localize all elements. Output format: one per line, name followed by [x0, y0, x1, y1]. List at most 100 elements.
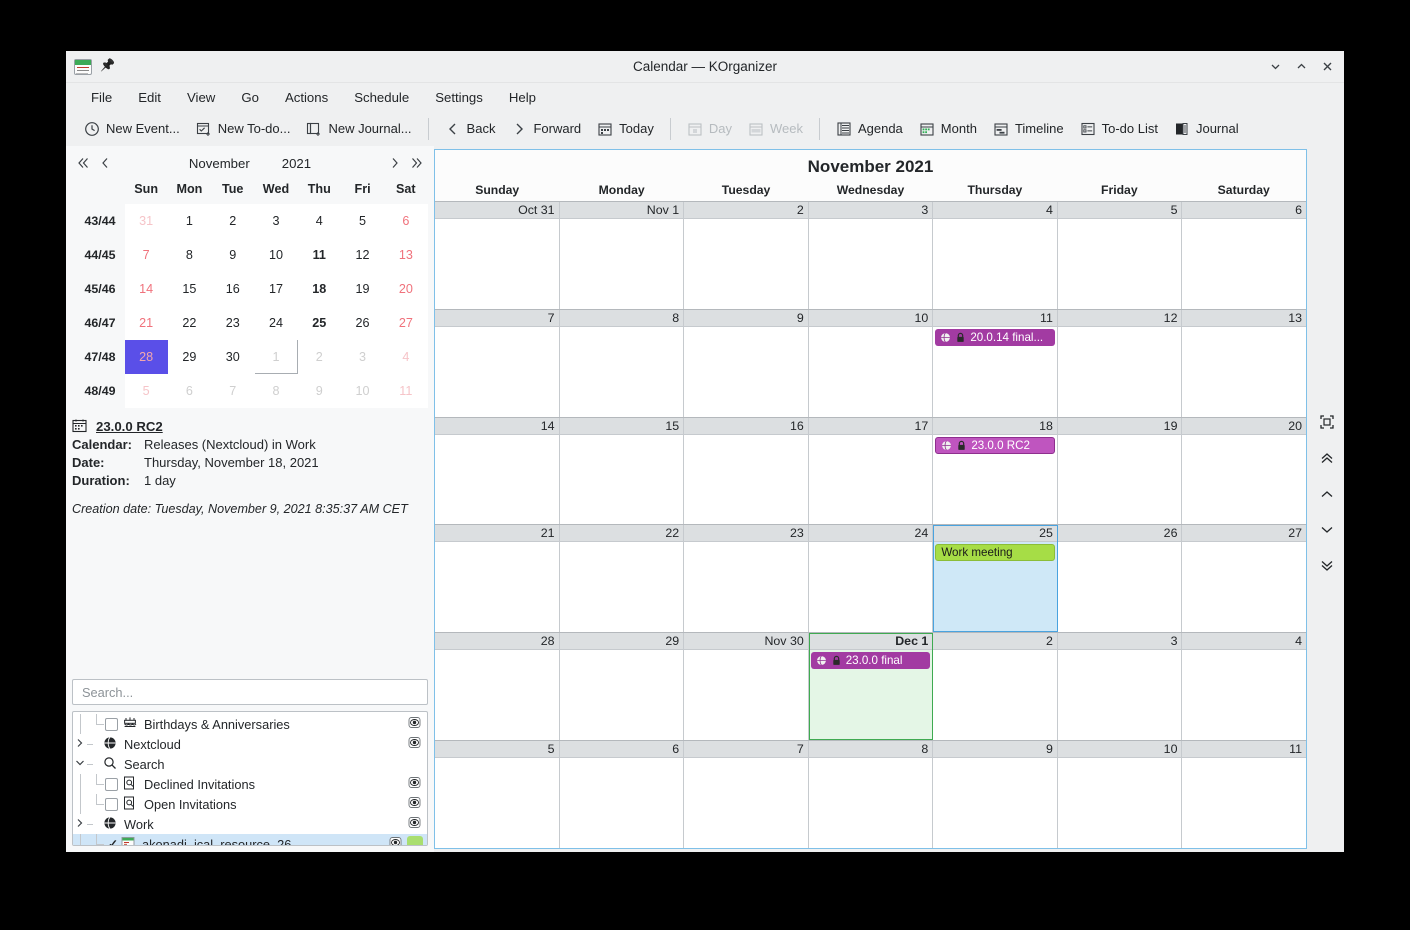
- close-button[interactable]: [1314, 54, 1340, 80]
- mini-calendar-day[interactable]: 5: [340, 203, 385, 238]
- month-view-day-cell[interactable]: Oct 31: [435, 202, 560, 309]
- mini-calendar-day[interactable]: 4: [384, 339, 428, 374]
- menu-settings[interactable]: Settings: [422, 86, 496, 109]
- month-view-day-cell[interactable]: 13: [1182, 309, 1307, 417]
- calendar-list-item[interactable]: ✓ akonadi_ical_resource_26: [73, 834, 427, 845]
- pin-icon[interactable]: [100, 60, 114, 74]
- mini-calendar-day[interactable]: 17: [254, 271, 298, 306]
- month-view-day-cell[interactable]: 8: [559, 309, 685, 417]
- mini-calendar-day[interactable]: 11: [297, 237, 341, 272]
- mini-calendar-week-number[interactable]: 48/49: [73, 374, 125, 408]
- month-view-day-cell[interactable]: 17: [808, 417, 934, 525]
- calendar-event-chip[interactable]: 20.0.14 final...: [935, 328, 1055, 346]
- today-button[interactable]: Today: [589, 117, 662, 141]
- calendar-list-item[interactable]: Birthdays & Anniversaries: [73, 714, 427, 734]
- mini-calendar-day[interactable]: 31: [124, 203, 168, 238]
- month-view-day-cell[interactable]: 7: [435, 309, 560, 417]
- mini-calendar-day[interactable]: 1: [167, 203, 212, 238]
- calendar-visibility-checkbox[interactable]: [105, 797, 118, 811]
- fit-selection-button[interactable]: [1316, 411, 1338, 433]
- menu-actions[interactable]: Actions: [272, 86, 341, 109]
- forward-button[interactable]: Forward: [503, 117, 589, 141]
- prev-month-button[interactable]: [94, 152, 116, 174]
- calendar-event-chip[interactable]: 23.0.0 RC2: [935, 436, 1055, 454]
- scroll-up-button[interactable]: [1316, 483, 1338, 505]
- month-view-day-cell[interactable]: 3: [808, 202, 934, 309]
- calendar-checked-icon[interactable]: ✓: [105, 837, 121, 845]
- month-view-day-cell[interactable]: 9: [933, 741, 1058, 848]
- month-view-day-cell[interactable]: 11: [1182, 741, 1307, 848]
- next-month-button[interactable]: [384, 152, 406, 174]
- mini-calendar-day[interactable]: 18: [297, 271, 341, 306]
- next-year-button[interactable]: [406, 152, 428, 174]
- calendar-list-item[interactable]: Nextcloud: [73, 734, 427, 754]
- mini-calendar-day[interactable]: 22: [167, 305, 212, 340]
- new-todo-button[interactable]: New To-do...: [188, 117, 299, 141]
- month-view-day-cell[interactable]: 14: [435, 417, 560, 525]
- mini-calendar-day[interactable]: 6: [167, 373, 212, 408]
- mini-calendar-day[interactable]: 16: [211, 271, 255, 306]
- mini-calendar-day[interactable]: 6: [384, 203, 428, 238]
- mini-calendar-day[interactable]: 25: [297, 305, 341, 340]
- mini-calendar-day[interactable]: 10: [254, 237, 298, 272]
- agenda-view-button[interactable]: Agenda: [828, 117, 911, 141]
- eye-icon[interactable]: [407, 736, 423, 752]
- month-view-day-cell[interactable]: 4: [1182, 633, 1307, 741]
- month-view-day-cell[interactable]: 26: [1057, 525, 1183, 633]
- mini-calendar-day[interactable]: 15: [167, 271, 212, 306]
- month-view-day-cell[interactable]: Dec 1 23.0.0 final: [808, 633, 934, 741]
- mini-calendar-day[interactable]: 4: [297, 203, 341, 238]
- mini-calendar-day[interactable]: 14: [124, 271, 168, 306]
- mini-calendar-day[interactable]: 10: [340, 373, 385, 408]
- eye-icon[interactable]: [407, 776, 423, 792]
- month-view-day-cell[interactable]: 4: [933, 202, 1058, 309]
- mini-calendar-day[interactable]: 26: [340, 305, 385, 340]
- mini-calendar-day[interactable]: 24: [254, 305, 298, 340]
- mini-calendar-day[interactable]: 12: [340, 237, 385, 272]
- month-view-day-cell[interactable]: 25 Work meeting: [933, 525, 1058, 633]
- mini-calendar-day[interactable]: 8: [254, 373, 298, 408]
- new-event-button[interactable]: New Event...: [76, 117, 188, 141]
- calendar-list[interactable]: Birthdays & Anniversaries Nextcloud Search…: [72, 711, 428, 846]
- month-view-day-cell[interactable]: 22: [559, 525, 685, 633]
- month-view-day-cell[interactable]: 5: [435, 741, 560, 848]
- menu-go[interactable]: Go: [228, 86, 272, 109]
- eye-icon[interactable]: [407, 796, 423, 812]
- calendar-visibility-checkbox[interactable]: [105, 717, 118, 731]
- calendar-list-item[interactable]: Search: [73, 754, 427, 774]
- month-view-day-cell[interactable]: 3: [1057, 633, 1183, 741]
- scroll-top-button[interactable]: [1316, 447, 1338, 469]
- month-view-day-cell[interactable]: 2: [933, 633, 1058, 741]
- menu-schedule[interactable]: Schedule: [341, 86, 422, 109]
- month-view-day-cell[interactable]: 10: [808, 309, 934, 417]
- maximize-button[interactable]: [1288, 54, 1314, 80]
- mini-calendar-day[interactable]: 11: [384, 373, 428, 408]
- chevron-down-icon[interactable]: [73, 757, 87, 772]
- menu-view[interactable]: View: [174, 86, 228, 109]
- mini-calendar-day[interactable]: 20: [384, 271, 428, 306]
- mini-calendar-day[interactable]: 8: [167, 237, 212, 272]
- month-view-day-cell[interactable]: 21: [435, 525, 560, 633]
- mini-calendar-day[interactable]: 29: [167, 339, 212, 374]
- eye-icon[interactable]: [407, 716, 423, 732]
- mini-calendar-day[interactable]: 2: [211, 203, 255, 238]
- mini-calendar-week-number[interactable]: 46/47: [73, 306, 125, 340]
- menu-help[interactable]: Help: [496, 86, 549, 109]
- new-journal-button[interactable]: New Journal...: [298, 117, 419, 141]
- month-view-button[interactable]: Month: [911, 117, 985, 141]
- menu-edit[interactable]: Edit: [125, 86, 174, 109]
- journal-view-button[interactable]: Journal: [1166, 117, 1247, 141]
- mini-calendar-day[interactable]: 3: [340, 339, 385, 374]
- search-input[interactable]: [80, 683, 420, 701]
- month-view-day-cell[interactable]: 6: [559, 741, 685, 848]
- search-box[interactable]: [72, 679, 428, 705]
- mini-calendar-week-number[interactable]: 43/44: [73, 204, 125, 238]
- minimize-button[interactable]: [1262, 54, 1288, 80]
- month-view-day-cell[interactable]: 24: [808, 525, 934, 633]
- calendar-color-swatch[interactable]: [407, 836, 423, 845]
- timeline-view-button[interactable]: Timeline: [985, 117, 1072, 141]
- week-view-button[interactable]: Week: [740, 117, 811, 141]
- mini-calendar-day[interactable]: 3: [254, 203, 298, 238]
- month-view-day-cell[interactable]: 11 20.0.14 final...: [933, 309, 1058, 417]
- calendar-visibility-checkbox[interactable]: [105, 777, 118, 791]
